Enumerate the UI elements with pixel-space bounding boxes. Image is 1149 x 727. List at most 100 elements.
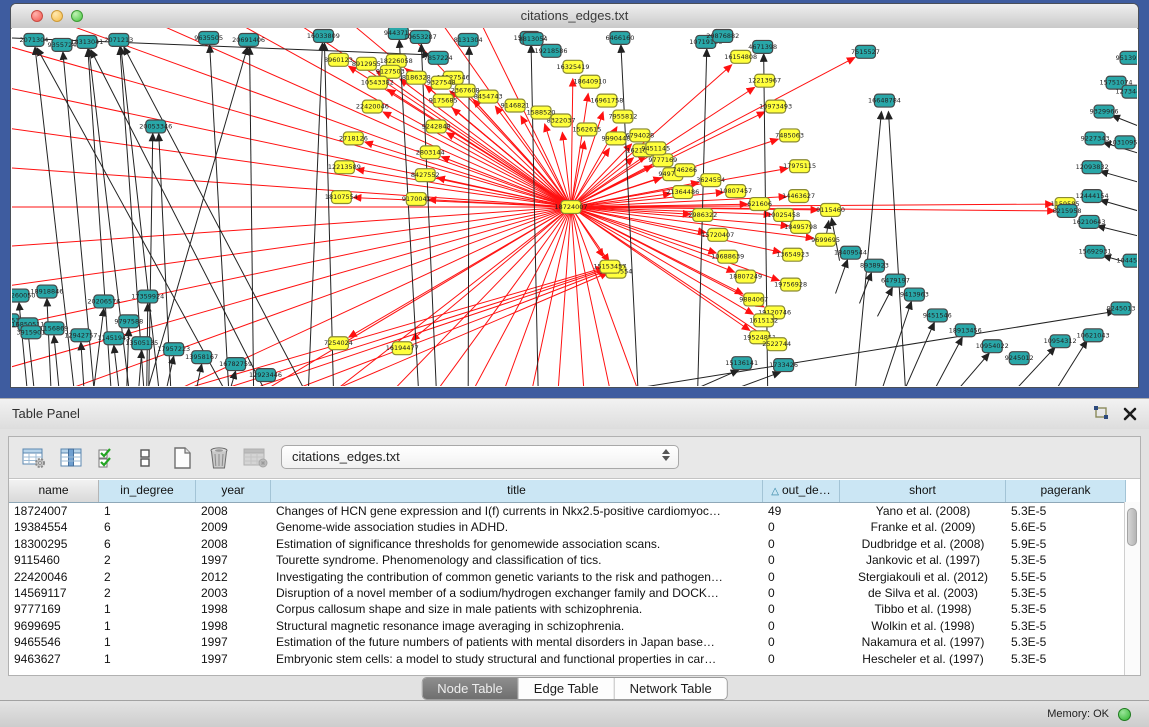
graph-node[interactable]: 18640910 xyxy=(573,75,606,88)
graph-node[interactable]: 1562615 xyxy=(573,123,602,136)
table-cell[interactable]: 2 xyxy=(99,585,196,601)
table-cell[interactable]: 19384554 xyxy=(9,519,99,535)
graph-node[interactable]: 9146821 xyxy=(501,99,530,112)
graph-edge[interactable] xyxy=(959,353,989,386)
table-cell[interactable]: 22420046 xyxy=(9,569,99,585)
graph-node[interactable]: 2071304 xyxy=(20,33,49,46)
graph-edge[interactable] xyxy=(638,311,1115,386)
new-table-icon[interactable] xyxy=(169,445,195,471)
graph-node[interactable]: 10621043 xyxy=(1077,329,1110,342)
graph-node[interactable]: 19756928 xyxy=(774,278,807,291)
graph-node[interactable]: 8938923 xyxy=(860,259,889,272)
graph-node[interactable]: 2071213 xyxy=(104,33,133,46)
table-cell[interactable]: 5.3E-5 xyxy=(1006,503,1126,519)
table-cell[interactable]: Tibbo et al. (1998) xyxy=(840,601,1006,617)
graph-node[interactable]: 9635505 xyxy=(194,31,223,44)
table-cell[interactable]: Estimation of significance thresholds fo… xyxy=(271,536,763,552)
delete-table-icon[interactable] xyxy=(206,445,232,471)
table-cell[interactable]: 1998 xyxy=(196,618,271,634)
table-cell[interactable]: de Silva et al. (2003) xyxy=(840,585,1006,601)
graph-node[interactable]: 18495798 xyxy=(784,220,817,233)
graph-node[interactable]: 10688639 xyxy=(711,250,744,263)
network-graph[interactable]: 1872400716325419186409101696175879558121… xyxy=(12,28,1137,386)
table-cell[interactable]: 1 xyxy=(99,601,196,617)
graph-edge[interactable] xyxy=(308,43,322,386)
column-header-name[interactable]: name xyxy=(9,480,99,502)
table-cell[interactable]: Dudbridge et al. (2008) xyxy=(840,536,1006,552)
graph-node[interactable]: 12734450 xyxy=(1116,85,1137,98)
graph-node[interactable]: 18913456 xyxy=(949,324,982,337)
graph-node[interactable]: 16325419 xyxy=(557,60,590,73)
table-cell[interactable]: Embryonic stem cells: a model to study s… xyxy=(271,651,763,667)
graph-node[interactable]: 3624554 xyxy=(696,174,725,187)
scrollbar-thumb[interactable] xyxy=(1127,508,1137,546)
graph-node[interactable]: 746266 xyxy=(672,164,697,177)
graph-node[interactable]: 12213589 xyxy=(328,161,361,174)
graph-node[interactable]: 10954022 xyxy=(976,340,1009,353)
table-cell[interactable]: 0 xyxy=(763,618,840,634)
table-cell[interactable]: 1 xyxy=(99,618,196,634)
graph-node[interactable]: 7485063 xyxy=(775,129,804,142)
graph-node[interactable]: 17975115 xyxy=(783,160,816,173)
graph-edge[interactable] xyxy=(698,370,739,386)
column-header-pagerank[interactable]: pagerank xyxy=(1006,480,1126,502)
table-row[interactable]: 1830029562008Estimation of significance … xyxy=(9,536,1140,552)
graph-edge[interactable] xyxy=(571,207,1055,211)
graph-node[interactable]: 9884067 xyxy=(739,293,768,306)
graph-edge[interactable] xyxy=(1100,171,1137,183)
table-cell[interactable]: 5.3E-5 xyxy=(1006,552,1126,568)
graph-node[interactable]: 9699695 xyxy=(811,233,840,246)
graph-node[interactable]: 18807249 xyxy=(729,270,762,283)
graph-node[interactable]: 9170041 xyxy=(402,193,431,206)
graph-edge[interactable] xyxy=(882,301,911,386)
vertical-scrollbar[interactable] xyxy=(1124,502,1140,675)
graph-edge[interactable] xyxy=(338,273,608,386)
table-row[interactable]: 946362711997Embryonic stem cells: a mode… xyxy=(9,651,1140,667)
close-window-button[interactable] xyxy=(31,10,43,22)
graph-edge[interactable] xyxy=(349,207,571,337)
graph-edge[interactable] xyxy=(935,337,962,386)
graph-node[interactable]: 13505135 xyxy=(125,337,158,350)
column-header-in_degree[interactable]: in_degree xyxy=(99,480,196,502)
table-cell[interactable]: 0 xyxy=(763,519,840,535)
select-column-icon[interactable] xyxy=(58,445,84,471)
graph-edge[interactable] xyxy=(139,350,142,386)
table-cell[interactable]: 18724007 xyxy=(9,503,99,519)
table-cell[interactable]: Yano et al. (2008) xyxy=(840,503,1006,519)
table-cell[interactable]: 9463627 xyxy=(9,651,99,667)
graph-node[interactable]: 22420046 xyxy=(356,100,389,113)
graph-node[interactable]: 16961758 xyxy=(590,94,623,107)
graph-node[interactable]: 8813054 xyxy=(519,32,548,45)
graph-node[interactable]: 10807457 xyxy=(719,185,752,198)
table-cell[interactable]: 1997 xyxy=(196,634,271,650)
graph-node[interactable]: 14463627 xyxy=(782,190,815,203)
graph-node[interactable]: 2803144 xyxy=(416,146,445,159)
graph-edge[interactable] xyxy=(231,371,236,386)
graph-node[interactable]: 8912955 xyxy=(352,57,381,70)
graph-node[interactable]: 1615132 xyxy=(749,314,778,327)
graph-node[interactable]: 9451546 xyxy=(923,309,952,322)
table-cell[interactable]: Jankovic et al. (1997) xyxy=(840,552,1006,568)
graph-edge[interactable] xyxy=(571,93,588,207)
table-cell[interactable]: 0 xyxy=(763,651,840,667)
float-window-icon[interactable] xyxy=(1093,406,1109,426)
row-height-icon[interactable] xyxy=(132,445,158,471)
graph-node[interactable]: 9175685 xyxy=(429,94,458,107)
table-cell[interactable]: 5.3E-5 xyxy=(1006,585,1126,601)
table-cell[interactable]: Corpus callosum shape and size in male p… xyxy=(271,601,763,617)
graph-node[interactable]: 9115460 xyxy=(816,204,845,217)
table-cell[interactable]: 6 xyxy=(99,536,196,552)
graph-node[interactable]: 10954312 xyxy=(1044,335,1077,348)
table-selector[interactable]: citations_edges.txt xyxy=(281,445,679,469)
table-row[interactable]: 1872400712008Changes of HCN gene express… xyxy=(9,503,1140,519)
graph-node[interactable]: 12213967 xyxy=(748,74,781,87)
graph-edge[interactable] xyxy=(1100,200,1137,212)
graph-node[interactable]: 9777169 xyxy=(648,154,677,167)
graph-edge[interactable] xyxy=(124,47,304,386)
table-row[interactable]: 977716911998Corpus callosum shape and si… xyxy=(9,601,1140,617)
graph-edge[interactable] xyxy=(114,345,119,386)
table-cell[interactable]: 5.6E-5 xyxy=(1006,519,1126,535)
graph-node[interactable]: 9227343 xyxy=(1081,132,1110,145)
graph-edge[interactable] xyxy=(905,322,934,386)
graph-node[interactable]: 16033809 xyxy=(307,29,340,42)
